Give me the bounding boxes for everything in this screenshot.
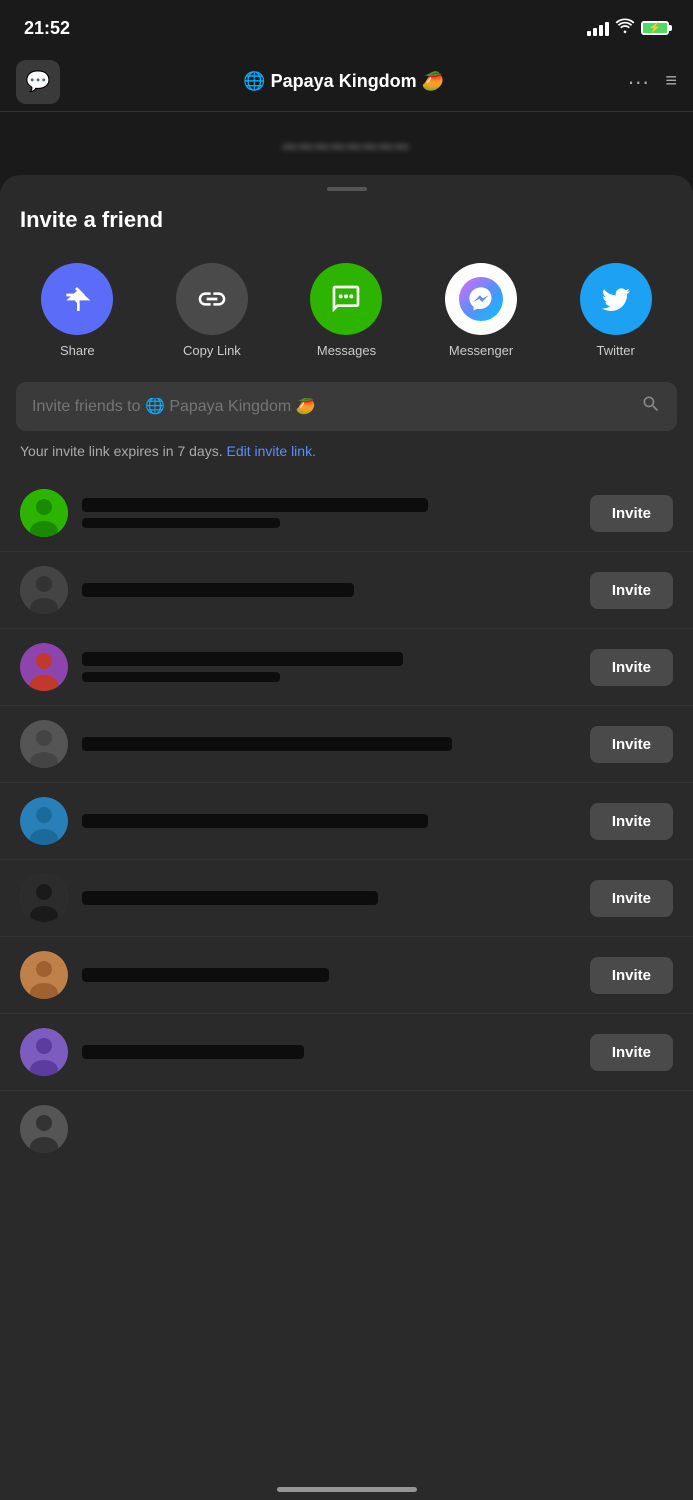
chat-icon[interactable]: 💬 (16, 60, 60, 104)
friend-item: Invite (0, 1014, 693, 1091)
chat-emoji: 💬 (26, 69, 51, 94)
battery-icon: ⚡ (641, 21, 669, 35)
search-input[interactable] (32, 398, 631, 416)
invite-button[interactable]: Invite (590, 495, 673, 532)
edit-invite-link[interactable]: Edit invite link. (226, 443, 315, 459)
friend-list: Invite Invite (0, 475, 693, 1167)
status-icons: ⚡ (587, 18, 669, 39)
twitter-button[interactable]: Twitter (580, 263, 652, 358)
invite-button[interactable]: Invite (590, 572, 673, 609)
messenger-button[interactable]: Messenger (445, 263, 517, 358)
messenger-label: Messenger (449, 343, 513, 358)
menu-icon[interactable]: ≡ (665, 70, 677, 93)
friend-name-block (82, 498, 576, 528)
messages-button[interactable]: Messages (310, 263, 382, 358)
signal-bars-icon (587, 20, 609, 36)
avatar (20, 1105, 68, 1153)
messages-label: Messages (317, 343, 376, 358)
app-bar: 💬 🌐 Papaya Kingdom 🥭 ··· ≡ (0, 52, 693, 112)
share-row: Share Copy Link Messages (0, 253, 693, 382)
friend-item: Invite (0, 629, 693, 706)
avatar (20, 797, 68, 845)
home-indicator (277, 1487, 417, 1492)
copy-link-label: Copy Link (183, 343, 241, 358)
invite-button[interactable]: Invite (590, 957, 673, 994)
invite-panel: Invite a friend Share Copy Link (0, 175, 693, 1500)
friend-name-block (82, 891, 576, 905)
friend-item: Invite (0, 860, 693, 937)
friend-name-block (82, 737, 576, 751)
avatar (20, 1028, 68, 1076)
invite-button[interactable]: Invite (590, 1034, 673, 1071)
friend-name-block (82, 652, 576, 682)
invite-button[interactable]: Invite (590, 649, 673, 686)
friend-item: Invite (0, 937, 693, 1014)
wifi-icon (615, 18, 635, 39)
avatar (20, 566, 68, 614)
app-bar-title: 🌐 Papaya Kingdom 🥭 (60, 71, 627, 92)
friend-name-block (82, 814, 576, 828)
invite-button[interactable]: Invite (590, 726, 673, 763)
panel-handle (327, 187, 367, 191)
friend-item: Invite (0, 706, 693, 783)
copy-link-icon-circle (176, 263, 248, 335)
search-icon (641, 394, 661, 419)
blurred-bar: ▬▬▬▬▬▬▬▬ (0, 112, 693, 175)
share-button[interactable]: Share (41, 263, 113, 358)
friend-name-block (82, 1045, 576, 1059)
friend-item: Invite (0, 475, 693, 552)
avatar (20, 951, 68, 999)
invite-button[interactable]: Invite (590, 880, 673, 917)
share-label: Share (60, 343, 95, 358)
share-icon-circle (41, 263, 113, 335)
friend-item: Invite (0, 783, 693, 860)
friend-item (0, 1091, 693, 1167)
avatar (20, 720, 68, 768)
avatar (20, 643, 68, 691)
blurred-content: ▬▬▬▬▬▬▬▬ (283, 136, 411, 152)
twitter-label: Twitter (597, 343, 635, 358)
twitter-icon-circle (580, 263, 652, 335)
search-container[interactable] (16, 382, 677, 431)
copy-link-button[interactable]: Copy Link (176, 263, 248, 358)
friend-name-block (82, 968, 576, 982)
avatar (20, 874, 68, 922)
expire-text: Your invite link expires in 7 days. Edit… (0, 443, 693, 475)
avatar (20, 489, 68, 537)
invite-title: Invite a friend (0, 207, 693, 253)
friend-name-block (82, 583, 576, 597)
messages-icon-circle (310, 263, 382, 335)
status-time: 21:52 (24, 18, 70, 39)
status-bar: 21:52 ⚡ (0, 0, 693, 52)
invite-button[interactable]: Invite (590, 803, 673, 840)
more-options-icon[interactable]: ··· (627, 69, 649, 95)
friend-item: Invite (0, 552, 693, 629)
messenger-icon-circle (445, 263, 517, 335)
